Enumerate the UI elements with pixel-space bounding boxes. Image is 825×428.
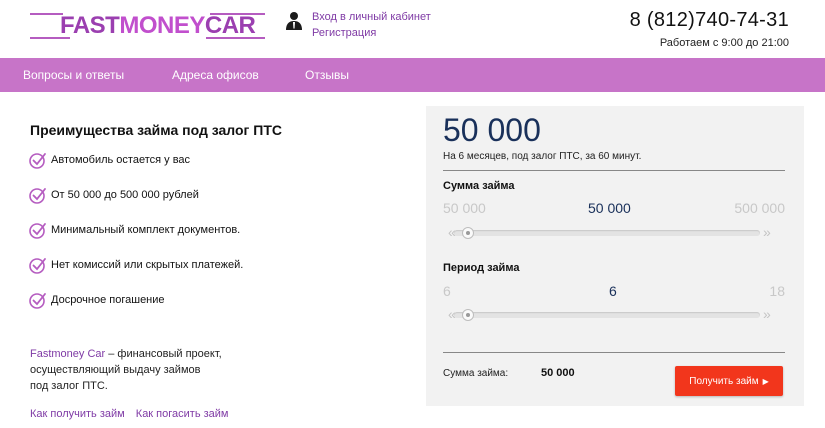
list-item: Минимальный комплект документов.: [29, 220, 243, 255]
about-line2: осуществляющий выдачу займов: [30, 364, 201, 376]
about-text: Fastmoney Car – финансовый проект, осуще…: [30, 346, 260, 394]
footer-links: Как получить займ Как погасить займ: [30, 408, 236, 420]
advantage-label: Нет комиссий или скрытых платежей.: [51, 259, 244, 271]
advantages-title: Преимущества займа под залог ПТС: [30, 122, 282, 138]
advantage-label: Автомобиль остается у вас: [51, 154, 191, 166]
summary-value: 50 000: [541, 367, 575, 379]
amount-slider-title: Сумма займа: [443, 180, 515, 192]
logo-text-money: MONEY: [119, 12, 205, 39]
amount-slider-max: 500 000: [734, 200, 785, 216]
play-icon: ▶: [762, 376, 769, 386]
summary-label: Сумма займа:: [443, 368, 509, 379]
divider: [443, 352, 785, 353]
amount-slider-value: 50 000: [588, 200, 631, 216]
check-circle-icon: [29, 258, 46, 274]
list-item: От 50 000 до 500 000 рублей: [29, 185, 243, 220]
check-circle-icon: [29, 188, 46, 204]
logo-text-fast: FAST: [60, 12, 120, 39]
working-hours: Работаем с 9:00 до 21:00: [659, 37, 789, 49]
divider: [443, 170, 785, 171]
phone-number[interactable]: 8 (812)740-74-31: [630, 9, 789, 32]
nav-item-offices[interactable]: Адреса офисов: [172, 68, 259, 82]
double-chevron-right-icon[interactable]: »: [763, 225, 771, 239]
account-links: Вход в личный кабинет Регистрация: [312, 9, 431, 41]
loan-calculator: 50 000 На 6 месяцев, под залог ПТС, за 6…: [426, 106, 804, 406]
amount-subtitle: На 6 месяцев, под залог ПТС, за 60 минут…: [443, 151, 642, 162]
logo-decoration: [30, 13, 63, 15]
amount-slider-min: 50 000: [443, 200, 486, 216]
login-link[interactable]: Вход в личный кабинет: [312, 9, 431, 25]
site-logo[interactable]: FASTMONEYCAR: [30, 8, 265, 42]
period-slider-value: 6: [609, 283, 617, 299]
user-icon: [286, 12, 302, 30]
check-circle-icon: [29, 223, 46, 239]
advantage-label: От 50 000 до 500 000 рублей: [51, 189, 199, 201]
how-to-repay-link[interactable]: Как погасить займ: [136, 408, 229, 420]
logo-text-car: CAR: [204, 12, 256, 39]
list-item: Досрочное погашение: [29, 290, 243, 325]
check-circle-icon: [29, 153, 46, 169]
main-nav: Вопросы и ответы Адреса офисов Отзывы: [0, 58, 825, 92]
advantage-label: Досрочное погашение: [51, 294, 165, 306]
register-link[interactable]: Регистрация: [312, 25, 431, 41]
get-loan-button[interactable]: Получить займ ▶: [675, 366, 783, 396]
advantage-label: Минимальный комплект документов.: [51, 224, 241, 236]
period-slider-track[interactable]: [454, 312, 760, 318]
period-slider-min: 6: [443, 283, 451, 299]
how-to-get-link[interactable]: Как получить займ: [30, 408, 125, 420]
about-line1: – финансовый проект,: [105, 348, 222, 360]
get-loan-label: Получить займ: [689, 375, 759, 387]
period-slider-title: Период займа: [443, 262, 520, 274]
amount-slider-track[interactable]: [454, 230, 760, 236]
period-slider-handle[interactable]: [462, 309, 474, 321]
nav-item-faq[interactable]: Вопросы и ответы: [23, 68, 124, 82]
list-item: Нет комиссий или скрытых платежей.: [29, 255, 243, 290]
site-header: FASTMONEYCAR Вход в личный кабинет Регис…: [0, 0, 825, 58]
advantages-list: Автомобиль остается у вас От 50 000 до 5…: [29, 150, 243, 325]
period-slider-max: 18: [769, 283, 785, 299]
double-chevron-right-icon[interactable]: »: [763, 307, 771, 321]
amount-slider-handle[interactable]: [462, 227, 474, 239]
list-item: Автомобиль остается у вас: [29, 150, 243, 185]
logo-text: FASTMONEYCAR: [60, 12, 256, 40]
about-brand: Fastmoney Car: [30, 348, 106, 360]
about-line3: под залог ПТС.: [30, 380, 108, 392]
amount-display: 50 000: [443, 112, 541, 148]
check-circle-icon: [29, 293, 46, 309]
nav-item-reviews[interactable]: Отзывы: [305, 68, 349, 82]
